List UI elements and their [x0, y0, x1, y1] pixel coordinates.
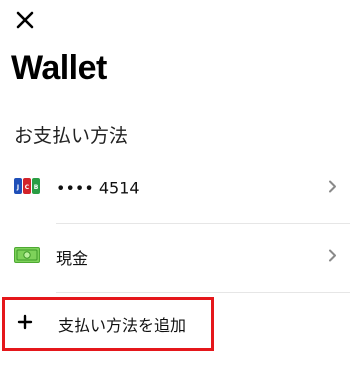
page-title: Wallet: [11, 49, 107, 87]
cash-label: 現金: [56, 249, 89, 268]
jcb-card-icon: J C B: [14, 177, 40, 199]
card-label: •••• 4514: [56, 178, 140, 198]
payment-method-card[interactable]: J C B •••• 4514: [0, 159, 350, 217]
chevron-right-icon: [328, 248, 337, 267]
add-payment-method-button[interactable]: 支払い方法を追加: [2, 297, 214, 351]
close-icon: [16, 11, 34, 29]
add-payment-method-label: 支払い方法を追加: [58, 316, 187, 335]
divider: [56, 292, 350, 293]
section-title-payment-methods: お支払い方法: [14, 125, 129, 147]
close-button[interactable]: [11, 6, 39, 34]
payment-method-cash[interactable]: 現金: [0, 228, 350, 286]
svg-text:C: C: [25, 184, 30, 191]
chevron-right-icon: [328, 179, 337, 198]
svg-text:B: B: [34, 184, 39, 191]
svg-text:J: J: [16, 184, 19, 191]
plus-icon: [17, 314, 33, 334]
divider: [56, 223, 350, 224]
cash-icon: [14, 246, 40, 268]
